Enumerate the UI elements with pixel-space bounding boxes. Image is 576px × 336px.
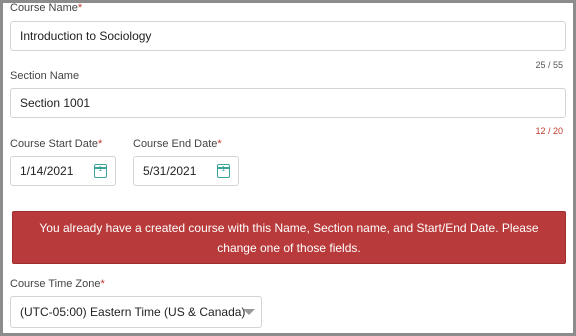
time-zone-label-text: Course Time Zone <box>10 278 101 290</box>
start-date-label-text: Course Start Date <box>10 138 99 150</box>
required-marker: * <box>100 278 105 290</box>
required-marker: * <box>98 138 103 150</box>
end-date-label: Course End Date* <box>133 138 222 150</box>
chevron-down-icon[interactable] <box>243 309 255 315</box>
start-date-input[interactable]: 1/14/2021 1 <box>10 156 116 186</box>
time-zone-select[interactable]: (UTC-05:00) Eastern Time (US & Canada) <box>10 296 262 328</box>
section-name-label: Section Name <box>10 70 80 82</box>
calendar-icon[interactable]: 1 <box>94 164 107 178</box>
section-name-char-counter: 12 / 20 <box>535 126 563 136</box>
course-name-char-counter: 25 / 55 <box>535 60 563 70</box>
course-name-label-text: Course Name <box>10 2 78 14</box>
section-name-value: Section 1001 <box>20 96 91 110</box>
start-date-label: Course Start Date* <box>10 138 102 150</box>
end-date-input[interactable]: 5/31/2021 1 <box>133 156 239 186</box>
start-date-value: 1/14/2021 <box>20 164 74 178</box>
section-name-input[interactable]: Section 1001 <box>10 88 566 118</box>
time-zone-selected-value: (UTC-05:00) Eastern Time (US & Canada) <box>20 305 246 319</box>
end-date-value: 5/31/2021 <box>143 164 197 178</box>
time-zone-label: Course Time Zone* <box>10 278 105 290</box>
course-form: Course Name* Introduction to Sociology 2… <box>0 0 576 336</box>
error-alert-message: You already have a created course with t… <box>39 221 539 255</box>
course-name-label: Course Name* <box>10 2 83 14</box>
calendar-icon[interactable]: 1 <box>217 164 230 178</box>
course-name-value: Introduction to Sociology <box>20 29 152 43</box>
end-date-label-text: Course End Date <box>133 138 218 150</box>
required-marker: * <box>77 2 83 14</box>
course-name-input[interactable]: Introduction to Sociology <box>10 21 566 51</box>
duplicate-course-error-alert: You already have a created course with t… <box>12 211 566 264</box>
required-marker: * <box>217 138 222 150</box>
